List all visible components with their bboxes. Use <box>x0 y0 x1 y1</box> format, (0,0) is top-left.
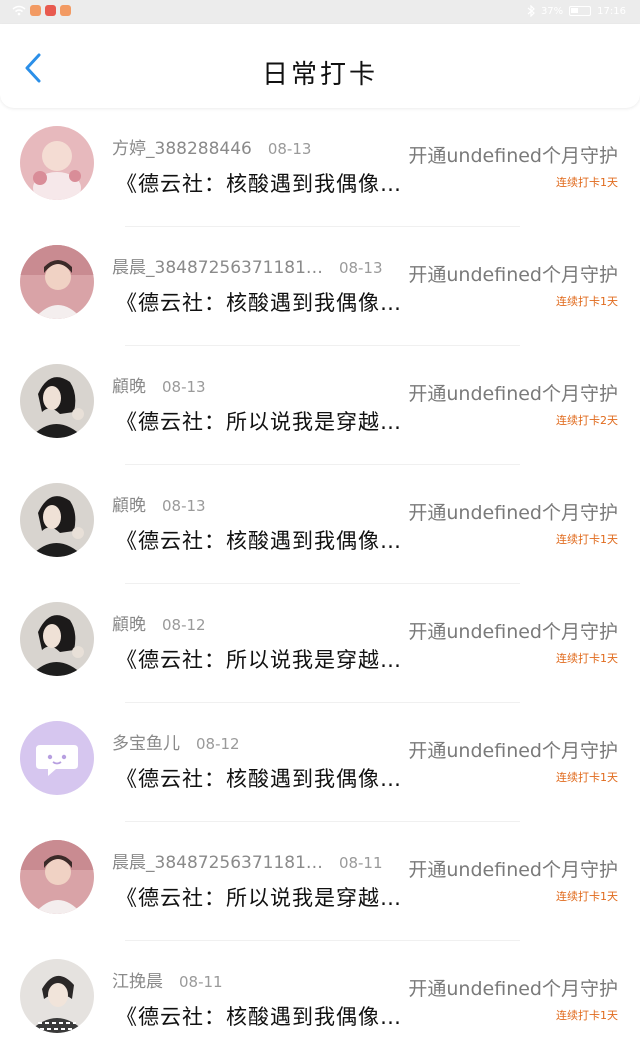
list-item[interactable]: 多宝鱼儿 08-12 《德云社：核酸遇到我偶像… 开通undefined个月守护 … <box>0 703 640 822</box>
streak-label: 连续打卡1天 <box>556 295 618 308</box>
avatar[interactable] <box>20 840 94 914</box>
message-preview: 《德云社：核酸遇到我偶像… <box>116 1005 402 1029</box>
open-guard-link[interactable]: 开通undefined个月守护 <box>408 379 618 406</box>
message-preview: 《德云社：核酸遇到我偶像… <box>116 172 402 196</box>
battery-icon <box>569 6 592 16</box>
message-preview: 《德云社：核酸遇到我偶像… <box>116 767 402 791</box>
open-guard-link[interactable]: 开通undefined个月守护 <box>408 141 618 168</box>
avatar[interactable] <box>20 959 94 1033</box>
message-preview: 《德云社：核酸遇到我偶像… <box>116 291 402 315</box>
avatar[interactable] <box>20 602 94 676</box>
post-date: 08-11 <box>338 854 383 872</box>
avatar[interactable] <box>20 483 94 557</box>
post-date: 08-11 <box>179 973 223 991</box>
avatar[interactable] <box>20 245 94 319</box>
streak-label: 连续打卡1天 <box>556 652 618 665</box>
streak-label: 连续打卡1天 <box>556 1009 618 1022</box>
post-date: 08-12 <box>162 616 206 634</box>
list-item[interactable]: 顧晚 08-13 《德云社：所以说我是穿越… 开通undefined个月守护 连续… <box>0 346 640 465</box>
user-name: 方婷_388288446 <box>112 139 252 159</box>
checkin-list: 方婷_388288446 08-13 《德云社：核酸遇到我偶像… 开通undefi… <box>0 108 640 1060</box>
list-item[interactable]: 方婷_388288446 08-13 《德云社：核酸遇到我偶像… 开通undefi… <box>0 108 640 227</box>
message-preview: 《德云社：所以说我是穿越… <box>116 886 402 910</box>
list-item[interactable]: 江挽晨 08-11 《德云社：核酸遇到我偶像… 开通undefined个月守护 连… <box>0 941 640 1060</box>
post-date: 08-13 <box>162 378 206 396</box>
user-name-line: 晨晨_38487256371181… 08-11 <box>112 848 383 873</box>
message-preview: 《德云社：所以说我是穿越… <box>116 648 402 672</box>
user-name: 晨晨_38487256371181… <box>112 853 323 873</box>
user-name-line: 方婷_388288446 08-13 <box>112 134 311 159</box>
streak-label: 连续打卡1天 <box>556 533 618 546</box>
bluetooth-icon <box>527 5 535 17</box>
status-icons-left <box>12 5 71 16</box>
open-guard-link[interactable]: 开通undefined个月守护 <box>408 974 618 1001</box>
list-item[interactable]: 顧晚 08-12 《德云社：所以说我是穿越… 开通undefined个月守护 连续… <box>0 584 640 703</box>
message-preview: 《德云社：所以说我是穿越… <box>116 410 402 434</box>
notification-app-icon <box>60 5 71 16</box>
avatar[interactable] <box>20 721 94 795</box>
streak-label: 连续打卡1天 <box>556 771 618 784</box>
streak-label: 连续打卡2天 <box>556 414 618 427</box>
avatar[interactable] <box>20 126 94 200</box>
open-guard-link[interactable]: 开通undefined个月守护 <box>408 736 618 763</box>
user-name: 顧晚 <box>112 615 146 635</box>
user-name-line: 多宝鱼儿 08-12 <box>112 729 240 754</box>
clock: 17:16 <box>597 5 626 17</box>
battery-percent: 37% <box>540 5 564 17</box>
post-date: 08-13 <box>338 259 383 277</box>
avatar[interactable] <box>20 364 94 438</box>
streak-label: 连续打卡1天 <box>556 176 618 189</box>
wifi-icon <box>12 5 26 16</box>
user-name: 晨晨_38487256371181… <box>112 258 323 278</box>
page-title: 日常打卡 <box>261 60 378 90</box>
user-name: 顧晚 <box>112 496 146 516</box>
header-bar: 日常打卡 <box>0 24 640 108</box>
list-item[interactable]: 晨晨_38487256371181… 08-13 《德云社：核酸遇到我偶像… 开通… <box>0 227 640 346</box>
user-name-line: 江挽晨 08-11 <box>112 967 223 992</box>
post-date: 08-12 <box>196 735 240 753</box>
user-name-line: 顧晚 08-12 <box>112 610 206 635</box>
list-item[interactable]: 晨晨_38487256371181… 08-11 《德云社：所以说我是穿越… 开通… <box>0 822 640 941</box>
post-date: 08-13 <box>267 140 312 158</box>
streak-label: 连续打卡1天 <box>556 890 618 903</box>
notification-app-icon <box>30 5 41 16</box>
user-name: 江挽晨 <box>112 972 163 992</box>
notification-app-icon <box>45 5 56 16</box>
status-bar: 37% 17:16 <box>0 0 640 24</box>
status-icons-right: 37% 17:16 <box>527 5 626 17</box>
user-name-line: 顧晚 08-13 <box>112 372 206 397</box>
open-guard-link[interactable]: 开通undefined个月守护 <box>408 855 618 882</box>
user-name: 顧晚 <box>112 377 146 397</box>
user-name: 多宝鱼儿 <box>112 734 180 754</box>
user-name-line: 顧晚 08-13 <box>112 491 206 516</box>
open-guard-link[interactable]: 开通undefined个月守护 <box>408 498 618 525</box>
list-item[interactable]: 顧晚 08-13 《德云社：核酸遇到我偶像… 开通undefined个月守护 连续… <box>0 465 640 584</box>
post-date: 08-13 <box>162 497 206 515</box>
user-name-line: 晨晨_38487256371181… 08-13 <box>112 253 383 278</box>
open-guard-link[interactable]: 开通undefined个月守护 <box>408 617 618 644</box>
open-guard-link[interactable]: 开通undefined个月守护 <box>408 260 618 287</box>
message-preview: 《德云社：核酸遇到我偶像… <box>116 529 402 553</box>
